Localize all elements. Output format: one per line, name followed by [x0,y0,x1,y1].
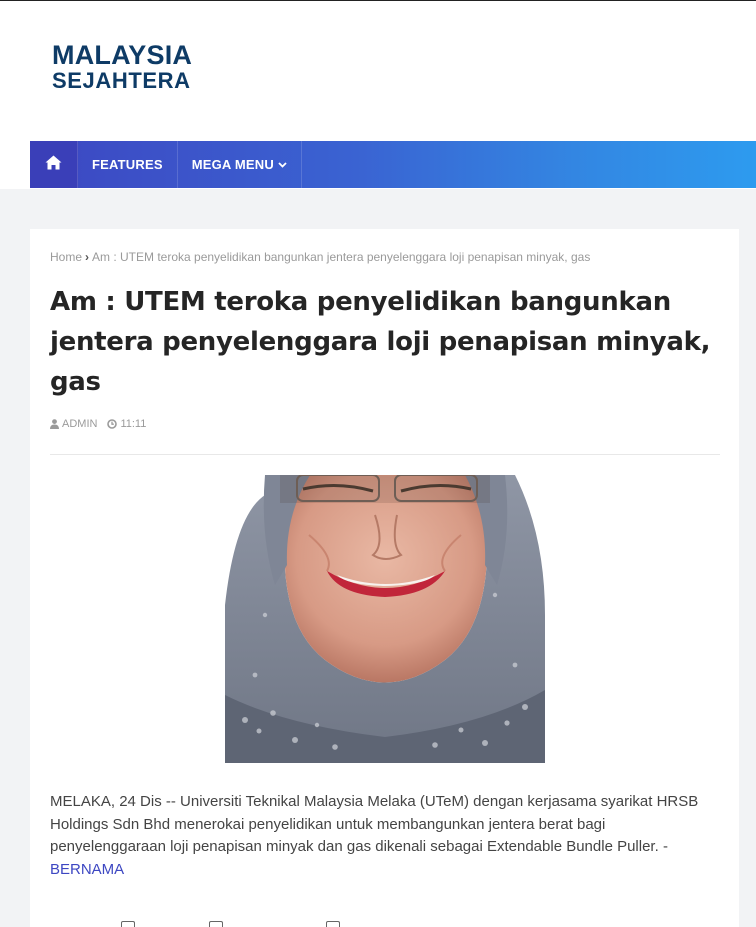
clock-icon [107,419,118,429]
breadcrumb: Home › Am : UTEM teroka penyelidikan bangu… [50,250,590,264]
post-meta: ADMIN 11:11 [50,418,146,430]
nav-item-features[interactable]: FEATURES [78,141,178,188]
home-icon [45,155,62,175]
nav-item-label: FEATURES [92,157,163,172]
post-source-prefix: - [658,838,668,855]
share-button-stub[interactable] [121,921,135,927]
nav-item-label: MEGA MENU [191,157,274,172]
nav-home-button[interactable] [30,141,78,188]
site-logo[interactable]: MALAYSIA SEJAHTERA [52,40,193,94]
chevron-down-icon [278,161,287,168]
meta-divider [50,454,720,455]
source-link[interactable]: BERNAMA [50,861,124,878]
logo-line-1: MALAYSIA [52,40,193,70]
post-body-text: MELAKA, 24 Dis -- Universiti Teknikal Ma… [50,793,699,855]
post-author[interactable]: ADMIN [62,418,97,430]
breadcrumb-separator-icon: › [85,250,90,264]
share-button-stub[interactable] [326,921,340,927]
share-button-stub[interactable] [209,921,223,927]
nav-item-mega-menu[interactable]: MEGA MENU [178,141,302,188]
user-icon [50,419,59,429]
breadcrumb-home-link[interactable]: Home [50,250,82,264]
post-body: MELAKA, 24 Dis -- Universiti Teknikal Ma… [50,791,720,881]
breadcrumb-current: Am : UTEM teroka penyelidikan bangunkan … [92,250,591,264]
main-navigation: FEATURES MEGA MENU [30,141,756,188]
logo-line-2: SEJAHTERA [52,68,191,93]
post-title: Am : UTEM teroka penyelidikan bangunkan … [50,287,711,397]
article-photo [225,475,545,763]
article-card: Home › Am : UTEM teroka penyelidikan bangu… [30,229,739,927]
post-time: 11:11 [120,418,147,430]
